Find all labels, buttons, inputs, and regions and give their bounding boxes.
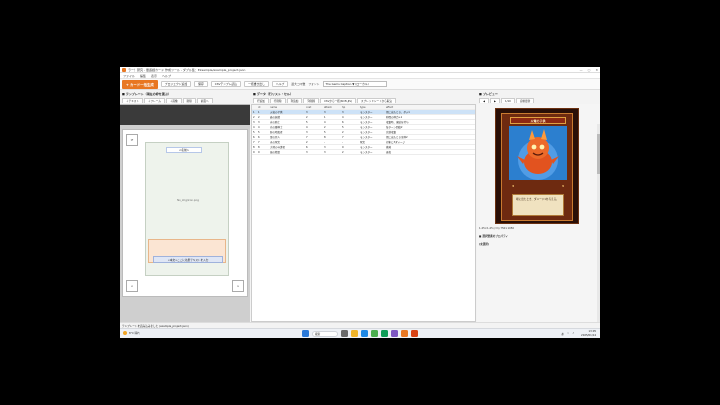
weather-widget[interactable]: 8°C 晴れ	[123, 331, 140, 335]
card-frame: 火竜の子供 3 3 場に出たとき、ダメージ1を与える。	[501, 113, 573, 221]
chrome-icon[interactable]	[371, 330, 378, 337]
file-explorer-icon[interactable]	[351, 330, 358, 337]
scrollbar-thumb[interactable]	[597, 134, 600, 174]
delete-tab[interactable]: 削除	[182, 98, 196, 103]
properties-empty-text: (未選択)	[479, 243, 490, 246]
card-hp: 3	[561, 184, 564, 188]
sheet-import-tab[interactable]: スプレッドシートから取込	[356, 98, 397, 103]
window-title: ラー！研究 - 闇遊戯カード 作成ツール - ダブル集：Eksample/exa…	[128, 67, 246, 72]
preview-next-button[interactable]: ▶	[490, 98, 500, 103]
add-text-tab[interactable]: ＋テキスト	[122, 98, 143, 103]
minimize-button[interactable]: —	[580, 68, 583, 72]
menu-file[interactable]: ファイル	[123, 74, 135, 78]
delete-column-tab[interactable]: 列削除	[303, 98, 320, 103]
start-icon[interactable]	[302, 330, 309, 337]
table-cell[interactable]: 3	[305, 149, 323, 156]
preview-scrollbar[interactable]	[597, 124, 600, 322]
export-all-button[interactable]: 一括書き出し	[244, 81, 269, 87]
card-tool-taskbar-icon[interactable]	[401, 330, 408, 337]
fire-creature-illustration	[509, 126, 567, 180]
table-cell[interactable]: 9	[257, 149, 269, 156]
card-preview: 火竜の子供 3 3 場に出たとき、ダメージ1を与える。	[495, 108, 579, 224]
teams-icon[interactable]	[391, 330, 398, 337]
app-screen: ラー！研究 - 闇遊戯カード 作成ツール - ダブル集：Eksample/exa…	[120, 67, 600, 338]
load-csv-button[interactable]: CSVテンプレ読込	[210, 81, 242, 87]
table-cell[interactable]: モンスター	[359, 149, 385, 156]
font-select[interactable]: The Gems Caption ▼ (ローカル)	[322, 81, 387, 87]
help-button[interactable]: ヘルプ	[271, 81, 289, 87]
refresh-canvas-button[interactable]: ⟳	[126, 134, 138, 146]
template-canvas-area[interactable]: ⟳ <名前> No_img/icon.png <本文>ここに効果テキストを入力 …	[120, 104, 250, 322]
table-cell[interactable]: 2	[341, 149, 359, 156]
card-effect-text: 場に出たとき、ダメージ1を与える。	[512, 194, 564, 216]
close-button[interactable]: ✕	[595, 68, 598, 72]
add-image-tab[interactable]: ＋画像	[165, 98, 182, 103]
add-column-tab[interactable]: 列追加	[286, 98, 303, 103]
menu-view[interactable]: 表示	[151, 74, 157, 78]
ime-indicator[interactable]: あ	[561, 332, 564, 336]
sun-icon	[123, 331, 127, 335]
data-table-area[interactable]: id name cost attack hp type effect 1 1 火竜の…	[251, 104, 476, 322]
card-stats: 3 3	[512, 184, 564, 189]
csv-import-tab[interactable]: CSVから一括(Shift-JIS)	[320, 98, 356, 103]
image-placeholder[interactable]: No_img/icon.png	[146, 199, 230, 202]
name-field[interactable]: <名前>	[166, 147, 202, 153]
card-template[interactable]: <名前> No_img/icon.png <本文>ここに効果テキストを入力	[145, 142, 229, 276]
template-canvas[interactable]: ⟳ <名前> No_img/icon.png <本文>ここに効果テキストを入力 …	[122, 129, 248, 297]
card-attack: 3	[512, 184, 515, 188]
preview-prev-button[interactable]: ◀	[479, 98, 489, 103]
table-cell[interactable]: 3	[323, 149, 341, 156]
add-project-button[interactable]: プロジェクト追加	[160, 81, 192, 87]
add-row-tab[interactable]: 行追加	[253, 98, 269, 103]
maximize-button[interactable]: ▢	[588, 68, 591, 72]
preview-panel-header: ■ プレビュー	[477, 91, 600, 96]
preview-page-indicator: 1/10	[501, 98, 515, 103]
next-page-button[interactable]: >	[232, 280, 244, 292]
effect-text-field[interactable]: <本文>ここに効果テキストを入力	[153, 256, 223, 263]
preview-controls: ◀ ▶ 1/10 自動更新	[479, 97, 535, 103]
template-toolbar-band	[120, 105, 250, 125]
data-table: id name cost attack hp type effect 1 1 火竜の…	[252, 105, 475, 156]
clock[interactable]: 13:05 2025/01/14	[581, 330, 596, 337]
weather-text: 8°C 晴れ	[129, 332, 140, 335]
toolbar: + カード一括生成 プロジェクト追加 保存 CSVテンプレ読込 一括書き出し ヘ…	[120, 79, 600, 90]
delete-row-tab[interactable]: 行削除	[269, 98, 286, 103]
table-cell[interactable]: 速攻	[385, 149, 475, 156]
wifi-icon[interactable]: ⌔	[567, 332, 569, 336]
template-tabs: ＋テキスト ＋フレーム ＋画像 削除 前面へ	[122, 97, 213, 103]
auto-update-checkbox[interactable]: 自動更新	[515, 98, 535, 103]
taskbar-apps: 検索	[302, 330, 418, 337]
prev-page-button[interactable]: <	[126, 280, 138, 292]
font-label: フォント	[308, 82, 320, 86]
edge-icon[interactable]	[361, 330, 368, 337]
table-cell[interactable]: 風の精霊	[269, 149, 305, 156]
status-text: テンプレートを読み込みました (example_project.json)	[122, 324, 189, 328]
card-title: 火竜の子供	[510, 117, 566, 124]
data-panel-header: ■ データ（行リスト・セル）	[251, 91, 476, 96]
card-artwork	[509, 126, 567, 180]
data-tabs: 行追加 行削除 列追加 列削除 CSVから一括(Shift-JIS) スプレッド…	[253, 97, 397, 103]
generate-cards-button[interactable]: + カード一括生成	[122, 79, 158, 89]
taskbar-search[interactable]: 検索	[312, 330, 338, 337]
bring-front-tab[interactable]: 前面へ	[196, 98, 213, 103]
table-row[interactable]: 9 9 風の精霊 3 3 2 モンスター 速攻	[252, 149, 475, 156]
app-icon[interactable]	[411, 330, 418, 337]
max-frames-label: 最大コマ数	[291, 82, 306, 86]
excel-icon[interactable]	[381, 330, 388, 337]
add-frame-tab[interactable]: ＋フレーム	[143, 98, 165, 103]
menu-help[interactable]: ヘルプ	[162, 74, 171, 78]
app-logo-icon	[122, 67, 126, 72]
menu-edit[interactable]: 編集	[140, 74, 146, 78]
clock-date: 2025/01/14	[581, 333, 596, 337]
save-button[interactable]: 保存	[194, 81, 208, 87]
preview-area: 火竜の子供 3 3 場に出たとき、ダメージ1を与える。 1.25×1.45 (c…	[477, 104, 600, 322]
system-tray: あ ⌔ ♪	[561, 332, 574, 336]
properties-header: ■ 選択要素のプロパティ	[479, 235, 509, 238]
task-view-icon[interactable]	[341, 330, 348, 337]
effect-text-area[interactable]: <本文>ここに効果テキストを入力	[148, 239, 226, 263]
taskbar: 8°C 晴れ 検索 あ ⌔ ♪ 13:05 2025/01/14	[120, 328, 600, 338]
volume-icon[interactable]: ♪	[572, 332, 574, 336]
preview-size-info: 1.25×1.45 (cm) 750×1050	[479, 227, 515, 230]
template-panel-header: ■ テンプレート（現在の枠を選ぶ）	[120, 91, 250, 96]
